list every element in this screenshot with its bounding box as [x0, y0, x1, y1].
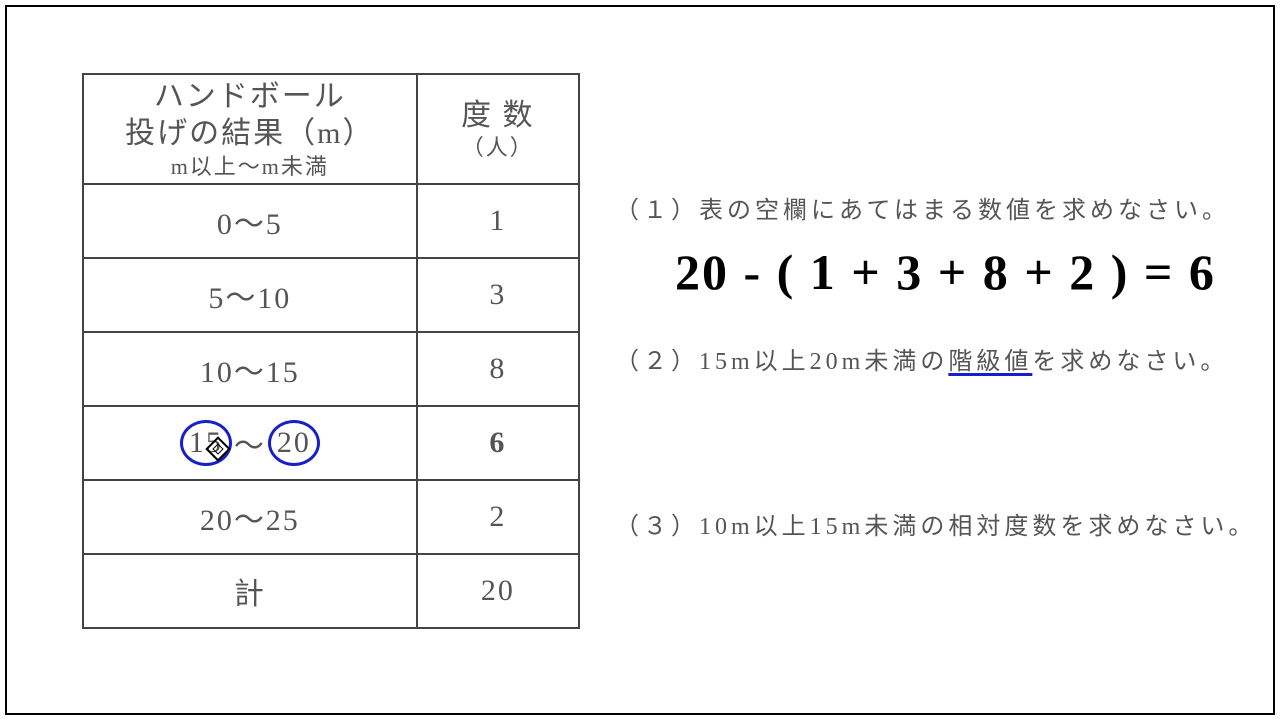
tilde: ～	[234, 421, 266, 465]
frequency-table: ハンドボール 投げの結果（m） m以上～m未満 度 数 （人） 0～5 1 5～…	[82, 73, 580, 629]
row-total-value: 20	[417, 554, 579, 628]
header-range-line1: ハンドボール	[154, 80, 346, 113]
row-freq: 3	[417, 258, 579, 332]
row-range: 5～10	[83, 258, 417, 332]
row-freq: 1	[417, 184, 579, 258]
row-range-circled: 15 ～ 20	[83, 406, 417, 480]
question-1: （１）表の空欄にあてはまる数値を求めなさい。	[615, 190, 1235, 225]
circle-annotation-high: 20	[268, 420, 320, 466]
row-freq-handwritten: 6	[417, 406, 579, 480]
question-2: （２）15m以上20m未満の階級値を求めなさい。	[615, 341, 1235, 376]
row-freq: 2	[417, 480, 579, 554]
header-range: ハンドボール 投げの結果（m） m以上～m未満	[83, 74, 417, 184]
header-freq-line1: 度 数	[461, 99, 535, 132]
row-range: 10～15	[83, 332, 417, 406]
row-range: 20～25	[83, 480, 417, 554]
header-range-line3: m以上～m未満	[84, 153, 416, 181]
row-total-label: 計	[83, 554, 417, 628]
question-3: （３）10m以上15m未満の相対度数を求めなさい。	[615, 506, 1235, 541]
header-range-line2: 投げの結果（m）	[125, 117, 374, 150]
row-freq: 8	[417, 332, 579, 406]
question-1-working: 20 - ( 1 + 3 + 8 + 2 ) = 6	[675, 243, 1235, 301]
question-2-pre: （２）15m以上20m未満の	[615, 349, 948, 375]
question-2-post: を求めなさい。	[1032, 349, 1228, 375]
header-freq-line2: （人）	[418, 134, 578, 162]
header-freq: 度 数 （人）	[417, 74, 579, 184]
question-2-underline: 階級値	[948, 349, 1032, 375]
questions-panel: （１）表の空欄にあてはまる数値を求めなさい。 20 - ( 1 + 3 + 8 …	[615, 190, 1235, 559]
row-range: 0～5	[83, 184, 417, 258]
